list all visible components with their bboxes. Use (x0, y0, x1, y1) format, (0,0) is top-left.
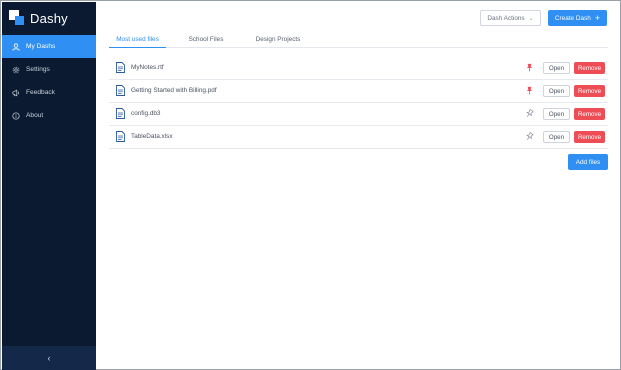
file-row: TableData.xlsx Open Remove (109, 126, 608, 149)
create-dash-button[interactable]: Create Dash + (548, 10, 607, 26)
dash-actions-dropdown[interactable]: Dash Actions ⌄ (480, 10, 541, 26)
sidebar-item-label: About (26, 112, 44, 119)
sidebar-item-settings[interactable]: Settings (2, 58, 96, 81)
open-button[interactable]: Open (543, 62, 570, 74)
gear-icon (12, 66, 20, 74)
file-row: MyNotes.rtf Open Remove (109, 57, 608, 80)
logo-icon (9, 10, 25, 26)
open-button[interactable]: Open (543, 108, 570, 120)
tab-bar: Most used files School Files Design Proj… (109, 31, 608, 48)
app-window: Dashy My Dashs Settings Feedback About ‹… (0, 0, 621, 370)
sidebar-item-label: Feedback (26, 89, 55, 96)
app-name: Dashy (30, 10, 68, 26)
chevron-down-icon: ⌄ (528, 15, 534, 22)
pin-icon[interactable] (525, 109, 534, 118)
document-icon (116, 85, 125, 96)
sidebar-item-my-dashs[interactable]: My Dashs (2, 35, 96, 58)
file-name: Getting Started with Billing.pdf (131, 87, 217, 94)
sidebar-item-about[interactable]: About (2, 104, 96, 127)
document-icon (116, 131, 125, 142)
tab-school-files[interactable]: School Files (179, 31, 233, 48)
megaphone-icon (12, 89, 20, 97)
pin-icon[interactable] (525, 132, 534, 141)
file-name: config.db3 (131, 110, 161, 117)
user-icon (12, 42, 20, 51)
tab-most-used-files[interactable]: Most used files (109, 31, 166, 48)
remove-button[interactable]: Remove (574, 85, 605, 97)
open-button[interactable]: Open (543, 85, 570, 97)
document-icon (116, 108, 125, 119)
pin-icon[interactable] (525, 63, 534, 72)
file-row: Getting Started with Billing.pdf Open Re… (109, 80, 608, 103)
sidebar-nav: My Dashs Settings Feedback About (2, 35, 96, 127)
chevron-left-icon: ‹ (47, 353, 51, 363)
document-icon (116, 62, 125, 73)
info-icon (12, 111, 20, 120)
plus-icon: + (594, 12, 601, 23)
sidebar-item-label: My Dashs (26, 43, 56, 50)
sidebar: Dashy My Dashs Settings Feedback About ‹ (2, 2, 96, 370)
remove-button[interactable]: Remove (574, 108, 605, 120)
tab-design-projects[interactable]: Design Projects (246, 31, 310, 48)
file-name: MyNotes.rtf (131, 64, 164, 71)
sidebar-collapse-button[interactable]: ‹ (2, 346, 96, 370)
remove-button[interactable]: Remove (574, 62, 605, 74)
sidebar-item-label: Settings (26, 66, 50, 73)
create-dash-label: Create Dash (554, 14, 591, 22)
file-row: config.db3 Open Remove (109, 103, 608, 126)
file-name: TableData.xlsx (131, 133, 173, 140)
pin-icon[interactable] (525, 86, 534, 95)
remove-button[interactable]: Remove (574, 131, 605, 143)
add-files-button[interactable]: Add files (568, 154, 608, 170)
open-button[interactable]: Open (543, 131, 570, 143)
logo: Dashy (9, 9, 99, 27)
dash-actions-label: Dash Actions (487, 14, 525, 22)
sidebar-item-feedback[interactable]: Feedback (2, 81, 96, 104)
